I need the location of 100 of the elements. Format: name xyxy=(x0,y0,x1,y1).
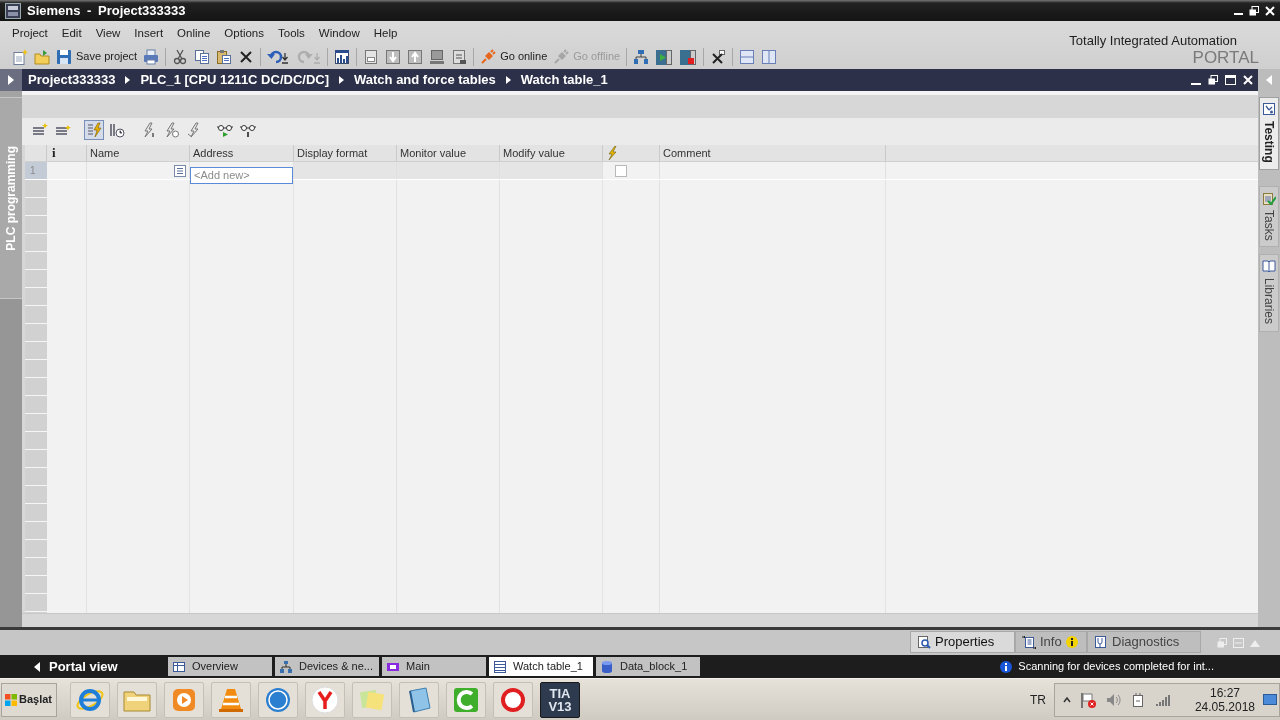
column-header: i xyxy=(52,145,56,163)
split-vertical-icon[interactable] xyxy=(761,48,778,65)
taskbar-app-button[interactable] xyxy=(305,681,345,718)
flag-error-icon[interactable] xyxy=(1079,691,1096,708)
menu-item[interactable]: Options xyxy=(224,24,264,43)
maximize-icon[interactable] xyxy=(1225,75,1236,85)
sidebar-tab[interactable]: Testing xyxy=(1259,97,1279,170)
glasses-play-icon xyxy=(217,122,233,138)
book-icon xyxy=(1262,259,1276,274)
close-icon[interactable] xyxy=(1265,5,1275,16)
taskbar-app-button[interactable] xyxy=(211,681,251,718)
start-button[interactable]: Başlat xyxy=(1,682,57,717)
breadcrumb-item[interactable]: Watch table_1 xyxy=(520,70,608,90)
taskbar-app-button[interactable]: TIA V13 xyxy=(540,681,580,718)
simulation-start-icon[interactable] xyxy=(655,48,674,65)
menu-item[interactable]: Help xyxy=(373,24,398,43)
new-document-icon[interactable] xyxy=(12,48,28,65)
editor-tab[interactable]: Devices & ne... xyxy=(275,657,379,676)
network-tree-icon[interactable] xyxy=(633,48,650,65)
chevron-up-icon[interactable] xyxy=(1062,695,1071,704)
delete-icon[interactable] xyxy=(238,48,255,65)
portal-view-button[interactable]: Portal view xyxy=(0,656,168,677)
window-title: Siemens - Project333333 xyxy=(27,1,186,20)
arrow-up-icon[interactable] xyxy=(407,48,424,65)
signal-bars-icon[interactable] xyxy=(1154,692,1171,707)
info-icon xyxy=(1000,660,1013,673)
taskbar-app-button[interactable] xyxy=(258,681,298,718)
document-magnifier-icon xyxy=(917,635,931,649)
taskbar-app-button[interactable] xyxy=(399,681,439,718)
row-star-icon xyxy=(32,122,48,138)
menu-item[interactable]: Tools xyxy=(278,24,305,43)
editor-tab[interactable]: Overview xyxy=(168,657,272,676)
toolbar-button[interactable]: Save project xyxy=(53,46,141,67)
menu-item[interactable]: Project xyxy=(12,24,48,43)
chart-window-icon[interactable] xyxy=(334,48,351,65)
taskbar-app-button[interactable] xyxy=(446,681,486,718)
show-desktop-icon[interactable] xyxy=(1263,693,1277,706)
sidebar-tab[interactable]: Libraries xyxy=(1259,254,1279,332)
menu-item[interactable]: Insert xyxy=(134,24,164,43)
column-header: Monitor value xyxy=(400,145,467,161)
inspector-tab[interactable]: Properties xyxy=(910,631,1015,653)
device-icon[interactable] xyxy=(363,48,380,65)
taskbar-app-button[interactable] xyxy=(493,681,533,718)
document-arrows-icon xyxy=(1022,635,1036,649)
breadcrumb-item[interactable]: PLC_1 [CPU 1211C DC/DC/DC] xyxy=(140,70,329,90)
task-card-toggle[interactable] xyxy=(1258,69,1280,91)
clipboard-icon[interactable] xyxy=(216,48,233,65)
printer-icon[interactable] xyxy=(143,48,160,65)
force-checkbox[interactable] xyxy=(615,164,627,177)
clock-date: 24.05.2018 xyxy=(1194,699,1255,714)
arrow-down-icon[interactable] xyxy=(385,48,402,65)
window-check-icon xyxy=(1262,102,1276,116)
y-logo-icon xyxy=(310,684,340,715)
plug-icon xyxy=(480,48,497,65)
copy-icon[interactable] xyxy=(194,48,211,65)
simulation-stop-icon[interactable] xyxy=(679,48,698,65)
plug-icon xyxy=(553,48,570,65)
triangle-left-icon xyxy=(34,661,40,672)
status-message: Scanning for devices completed for int... xyxy=(1018,659,1214,675)
sidebar-tab[interactable]: Tasks xyxy=(1259,185,1279,248)
menu-item[interactable]: View xyxy=(95,24,121,43)
column-header: Name xyxy=(90,145,120,161)
x-mark-note-icon[interactable] xyxy=(710,48,727,65)
column-header: Address xyxy=(193,145,234,161)
stethoscope-document-icon xyxy=(1094,635,1108,649)
editor-tab[interactable]: Data_block_1 xyxy=(596,657,700,676)
device-panel-icon[interactable] xyxy=(451,48,468,65)
brand-title: Totally Integrated Automation xyxy=(1069,33,1237,48)
restore-icon[interactable] xyxy=(1249,5,1259,16)
info-badge-icon xyxy=(1065,636,1078,648)
cylinder-icon xyxy=(600,659,614,674)
inspector-tab[interactable]: Info xyxy=(1015,631,1087,653)
app-logo-icon xyxy=(5,2,21,19)
breadcrumb-item[interactable]: Watch and force tables xyxy=(354,70,496,90)
editor-tab[interactable]: Watch table_1 xyxy=(489,657,593,676)
monitor-icon[interactable] xyxy=(429,48,446,65)
folder-icon[interactable] xyxy=(34,48,50,65)
menu-item[interactable]: Edit xyxy=(61,24,82,43)
column-header: Comment xyxy=(663,145,711,161)
scissors-icon[interactable] xyxy=(172,48,189,65)
list-icon[interactable] xyxy=(174,164,186,177)
column-header: Display format xyxy=(297,145,368,161)
close-icon[interactable] xyxy=(1243,75,1253,85)
taskbar-app-button[interactable] xyxy=(164,681,204,718)
lightning-icon xyxy=(606,146,618,160)
windows-flag-icon xyxy=(5,693,17,706)
table-clock-icon xyxy=(109,122,125,138)
inspector-tab[interactable]: Diagnostics xyxy=(1087,631,1201,653)
menu-item[interactable]: Online xyxy=(177,24,211,43)
glasses-icon xyxy=(240,122,256,138)
toolbar-button[interactable]: Go online xyxy=(477,46,551,67)
menu-item[interactable]: Window xyxy=(318,24,360,43)
language-indicator[interactable]: TR xyxy=(1029,690,1046,709)
address-input[interactable]: <Add new> xyxy=(190,166,293,184)
split-horizontal-icon[interactable] xyxy=(739,48,756,65)
taskbar-app-button[interactable] xyxy=(70,681,110,718)
navigation-toggle[interactable] xyxy=(0,69,22,91)
breadcrumb-item[interactable]: Project333333 xyxy=(28,70,116,90)
editor-tab[interactable]: Main xyxy=(382,657,486,676)
restore-icon[interactable] xyxy=(1208,75,1218,85)
